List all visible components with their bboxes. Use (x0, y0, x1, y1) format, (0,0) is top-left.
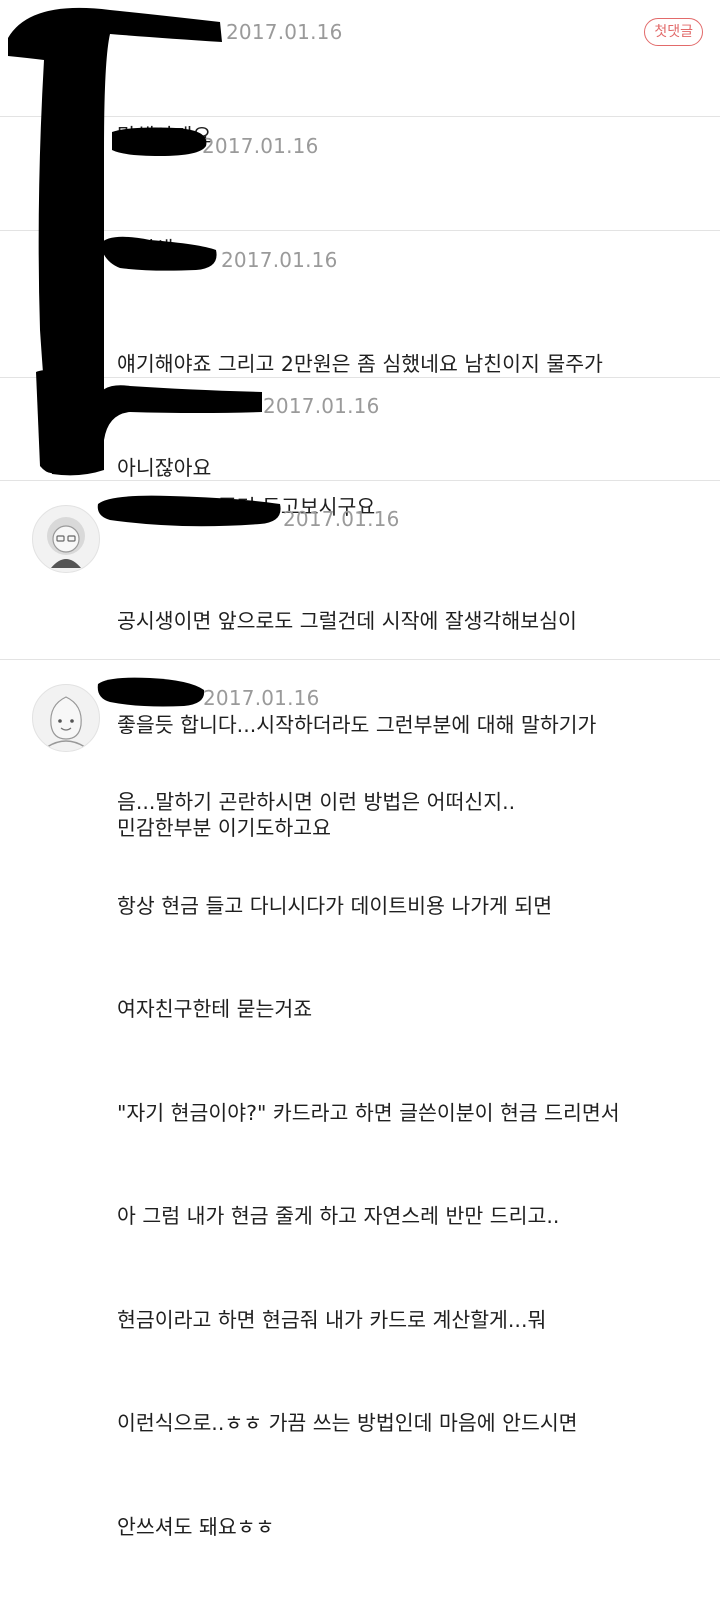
redaction-mark (97, 677, 205, 707)
redaction-mark (97, 495, 281, 527)
redaction-mark (112, 127, 207, 156)
comment-line: 현금이라고 하면 현금줘 내가 카드로 계산할게...뭐 (117, 1307, 547, 1332)
redaction-mark (36, 370, 60, 474)
comment-line: "자기 현금이야?" 카드라고 하면 글쓴이분이 현금 드리면서 (117, 1100, 620, 1125)
comment-line: 아 그럼 내가 현금 줄게 하고 자연스레 반만 드리고.. (117, 1204, 560, 1228)
redaction-mark (100, 236, 217, 271)
redaction-mark (96, 385, 262, 446)
comment-line: 안쓰셔도 돼요ㅎㅎ (117, 1514, 275, 1539)
redaction-overlay (8, 7, 281, 707)
comment-line: 이런식으로..ㅎㅎ 가끔 쓰는 방법인데 마음에 안드시면 (117, 1411, 578, 1435)
